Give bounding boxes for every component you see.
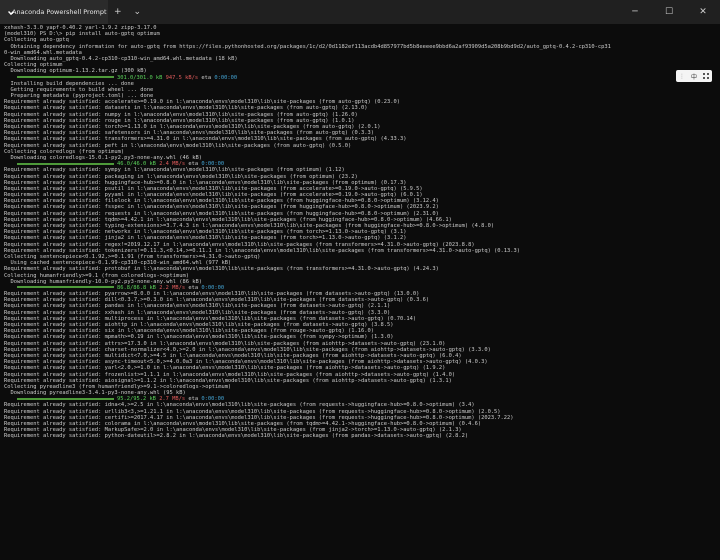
progress-eta: 0:00:00 bbox=[201, 284, 225, 291]
window-controls: ─ ☐ ✕ bbox=[618, 0, 720, 24]
output-line: Obtaining dependency information for aut… bbox=[4, 43, 611, 50]
progress-bar bbox=[16, 162, 114, 165]
minimize-button[interactable]: ─ bbox=[618, 0, 652, 24]
progress-rate: 2.2 MB/s bbox=[159, 284, 186, 291]
progress-size: 95.2/95.2 kB bbox=[116, 396, 156, 403]
tab-dropdown-button[interactable]: ⌄ bbox=[128, 0, 148, 24]
progress-bar bbox=[16, 397, 114, 400]
progress-rate: 947.5 kB/s bbox=[165, 74, 199, 81]
ime-menu-icon[interactable] bbox=[702, 73, 709, 79]
terminal-output[interactable]: xxhash-3.3.0 yapf-0.40.2 yarl-1.9.2 zipp… bbox=[4, 25, 716, 556]
output-line: Requirement already satisfied: python-da… bbox=[4, 433, 469, 440]
progress-size: 301.0/301.0 kB bbox=[116, 74, 163, 81]
progress-eta: 0:00:00 bbox=[201, 161, 225, 168]
progress-eta: 0:00:00 bbox=[201, 396, 225, 403]
tab-title: Anaconda Powershell Prompt bbox=[12, 8, 107, 16]
progress-eta: 0:00:00 bbox=[214, 74, 238, 81]
close-button[interactable]: ✕ bbox=[686, 0, 720, 24]
progress-size: 46.0/46.0 kB bbox=[116, 161, 156, 168]
new-tab-button[interactable]: + bbox=[108, 0, 128, 24]
progress-rate: 2.4 MB/s bbox=[159, 161, 186, 168]
maximize-button[interactable]: ☐ bbox=[652, 0, 686, 24]
progress-bar bbox=[16, 76, 114, 78]
progress-rate: 2.7 MB/s bbox=[159, 396, 186, 403]
ime-mode-label[interactable]: 中 bbox=[691, 72, 697, 81]
window-titlebar: Anaconda Powershell Prompt + ⌄ ─ ☐ ✕ bbox=[0, 0, 720, 24]
progress-size: 86.8/86.8 kB bbox=[116, 284, 156, 291]
progress-bar bbox=[16, 286, 114, 289]
ime-separator-icon: ⋮ bbox=[678, 72, 685, 80]
ime-toolbar[interactable]: ⋮ 中 bbox=[676, 70, 712, 82]
tab-anaconda-powershell-prompt[interactable]: Anaconda Powershell Prompt bbox=[0, 0, 108, 24]
